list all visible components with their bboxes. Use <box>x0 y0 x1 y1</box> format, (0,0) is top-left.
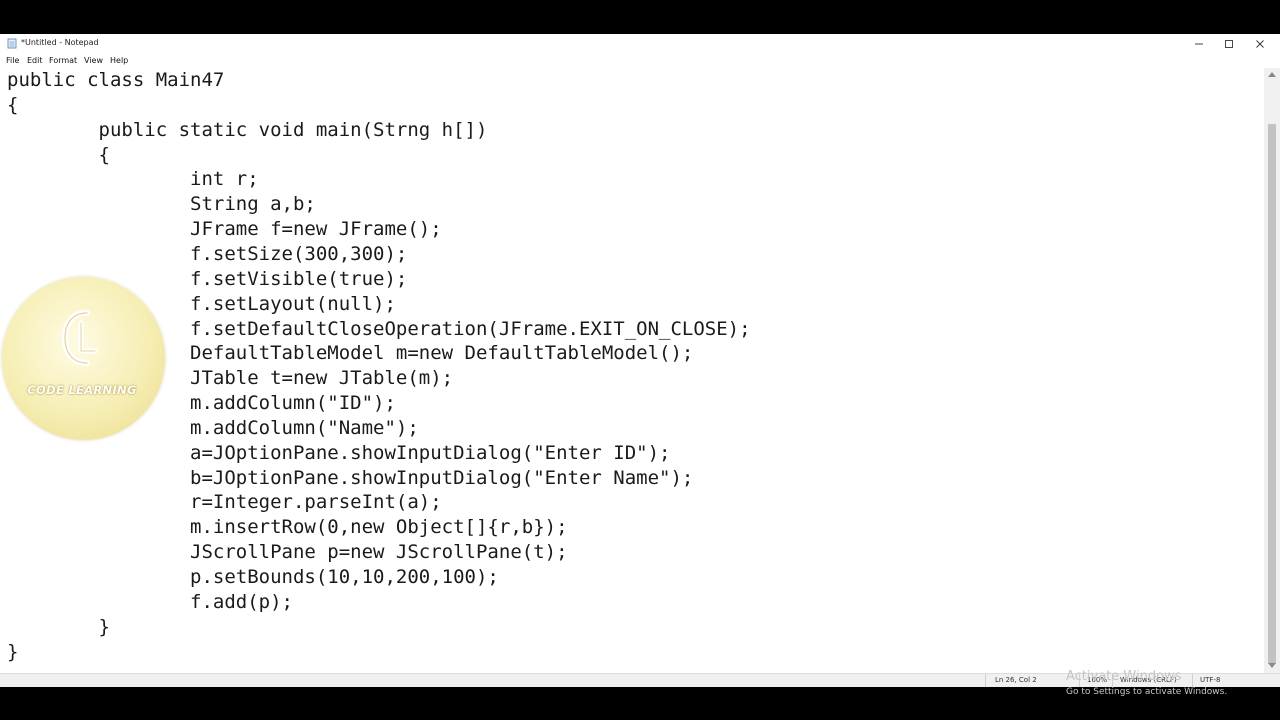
text-editor[interactable]: public class Main47{ public static void … <box>0 68 1264 673</box>
code-line: JFrame f=new JFrame(); <box>7 218 442 241</box>
menu-format[interactable]: Format <box>49 55 77 66</box>
code-line: b=JOptionPane.showInputDialog("Enter Nam… <box>7 466 694 489</box>
code-line: int r; <box>7 168 259 191</box>
code-line: m.insertRow(0,new Object[]{r,b}); <box>7 516 568 539</box>
code-learning-logo: CODE LEARNING <box>2 277 165 440</box>
code-line: public static void main(Strng h[]) <box>7 118 488 141</box>
menu-view[interactable]: View <box>84 55 103 66</box>
menu-edit[interactable]: Edit <box>27 55 43 66</box>
activate-windows-title: Activate Windows <box>1066 669 1182 684</box>
activate-windows-subtitle: Go to Settings to activate Windows. <box>1066 687 1228 697</box>
code-line: } <box>7 615 110 638</box>
cursor-position: Ln 26, Col 2 <box>995 676 1037 684</box>
code-line: a=JOptionPane.showInputDialog("Enter ID"… <box>7 441 671 464</box>
scroll-up-icon[interactable] <box>1268 72 1276 77</box>
code-line: f.add(p); <box>7 590 293 613</box>
window-title: *Untitled - Notepad <box>21 38 99 47</box>
code-line: public class Main47 <box>7 69 225 91</box>
maximize-button[interactable] <box>1214 34 1244 53</box>
minimize-button[interactable] <box>1184 34 1214 53</box>
scroll-down-icon[interactable] <box>1268 663 1276 668</box>
code-line: } <box>7 640 19 663</box>
code-line: JScrollPane p=new JScrollPane(t); <box>7 541 568 564</box>
logo-cl-mark <box>61 310 98 366</box>
status-divider <box>985 674 986 687</box>
encoding: UTF-8 <box>1200 676 1221 684</box>
code-line: { <box>7 93 19 116</box>
title-bar[interactable]: *Untitled - Notepad <box>0 34 1280 53</box>
notepad-window: *Untitled - Notepad File Edit Format Vie… <box>0 34 1280 697</box>
menu-bar: File Edit Format View Help <box>0 53 1280 68</box>
maximize-icon <box>1225 39 1233 48</box>
menu-file[interactable]: File <box>6 55 19 66</box>
close-icon <box>1256 39 1264 48</box>
code-line: f.setSize(300,300); <box>7 242 408 265</box>
minimize-icon <box>1195 43 1203 44</box>
menu-help[interactable]: Help <box>110 55 128 66</box>
vertical-scrollbar[interactable] <box>1264 68 1280 673</box>
logo-text: CODE LEARNING <box>27 383 137 397</box>
code-line: String a,b; <box>7 193 316 216</box>
code-line: { <box>7 143 110 166</box>
notepad-icon <box>7 38 17 49</box>
code-line: p.setBounds(10,10,200,100); <box>7 566 499 588</box>
scroll-thumb[interactable] <box>1268 124 1276 664</box>
close-button[interactable] <box>1245 34 1275 53</box>
code-line: r=Integer.parseInt(a); <box>7 491 442 514</box>
